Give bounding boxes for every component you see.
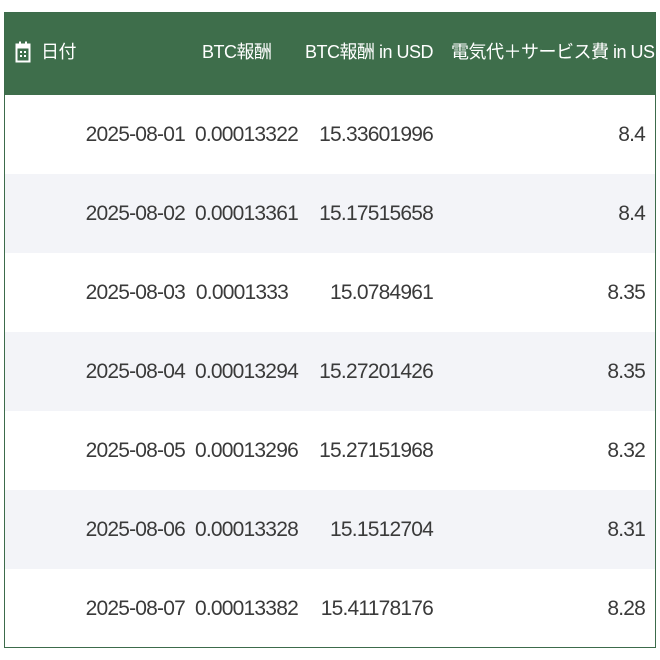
- btc-reward-usd-cell: 15.1512704: [330, 518, 434, 541]
- btc-reward-usd-cell: 15.27201426: [319, 360, 434, 383]
- cost-cell: 8.28: [607, 597, 645, 620]
- calendar-icon: [15, 41, 31, 63]
- btc-reward-cell: 0.00013296: [195, 439, 299, 462]
- date-cell: 2025-08-03: [85, 281, 186, 304]
- data-table: 日付 BTC報酬 BTC報酬 in USD 電気代＋サービス費 in USD 2…: [4, 12, 656, 648]
- date-cell: 2025-08-06: [85, 518, 186, 541]
- btc-reward-cell: 0.00013361: [195, 202, 299, 225]
- column-header-electricity-service-cost[interactable]: 電気代＋サービス費 in USD: [451, 39, 655, 65]
- table-row: 2025-08-03 0.0001333 15.0784961 8.35: [5, 253, 655, 332]
- date-cell: 2025-08-01: [85, 123, 186, 146]
- date-cell: 2025-08-05: [85, 439, 186, 462]
- table-row: 2025-08-02 0.00013361 15.17515658 8.4: [5, 174, 655, 253]
- btc-reward-usd-cell: 15.27151968: [319, 439, 434, 462]
- column-header-btc-reward-usd[interactable]: BTC報酬 in USD: [305, 39, 434, 65]
- column-header-date[interactable]: 日付: [41, 39, 77, 65]
- cost-cell: 8.4: [618, 123, 646, 146]
- btc-reward-cell: 0.00013328: [195, 518, 299, 541]
- btc-reward-usd-cell: 15.0784961: [330, 281, 434, 304]
- cost-cell: 8.35: [607, 360, 645, 383]
- table-row: 2025-08-05 0.00013296 15.27151968 8.32: [5, 411, 655, 490]
- btc-reward-usd-cell: 15.17515658: [319, 202, 434, 225]
- btc-reward-usd-cell: 15.41178176: [320, 597, 434, 620]
- date-cell: 2025-08-02: [85, 202, 186, 225]
- table-row: 2025-08-04 0.00013294 15.27201426 8.35: [5, 332, 655, 411]
- date-cell: 2025-08-04: [85, 360, 186, 383]
- cost-cell: 8.4: [618, 202, 646, 225]
- table-row: 2025-08-07 0.00013382 15.41178176 8.28: [5, 569, 655, 647]
- btc-reward-usd-cell: 15.33601996: [319, 123, 434, 146]
- btc-reward-cell: 0.00013382: [195, 597, 299, 620]
- btc-reward-cell: 0.00013322: [195, 123, 299, 146]
- column-header-btc-reward[interactable]: BTC報酬: [202, 39, 272, 65]
- btc-reward-cell: 0.00013294: [195, 360, 299, 383]
- table-row: 2025-08-06 0.00013328 15.1512704 8.31: [5, 490, 655, 569]
- date-cell: 2025-08-07: [85, 597, 186, 620]
- table-row: 2025-08-01 0.00013322 15.33601996 8.4: [5, 95, 655, 174]
- cost-cell: 8.35: [607, 281, 645, 304]
- cost-cell: 8.31: [607, 518, 645, 541]
- table-body: 2025-08-01 0.00013322 15.33601996 8.4 20…: [5, 95, 655, 647]
- table-header-row: 日付 BTC報酬 BTC報酬 in USD 電気代＋サービス費 in USD: [5, 13, 655, 95]
- cost-cell: 8.32: [607, 439, 645, 462]
- btc-reward-cell: 0.0001333: [195, 281, 289, 304]
